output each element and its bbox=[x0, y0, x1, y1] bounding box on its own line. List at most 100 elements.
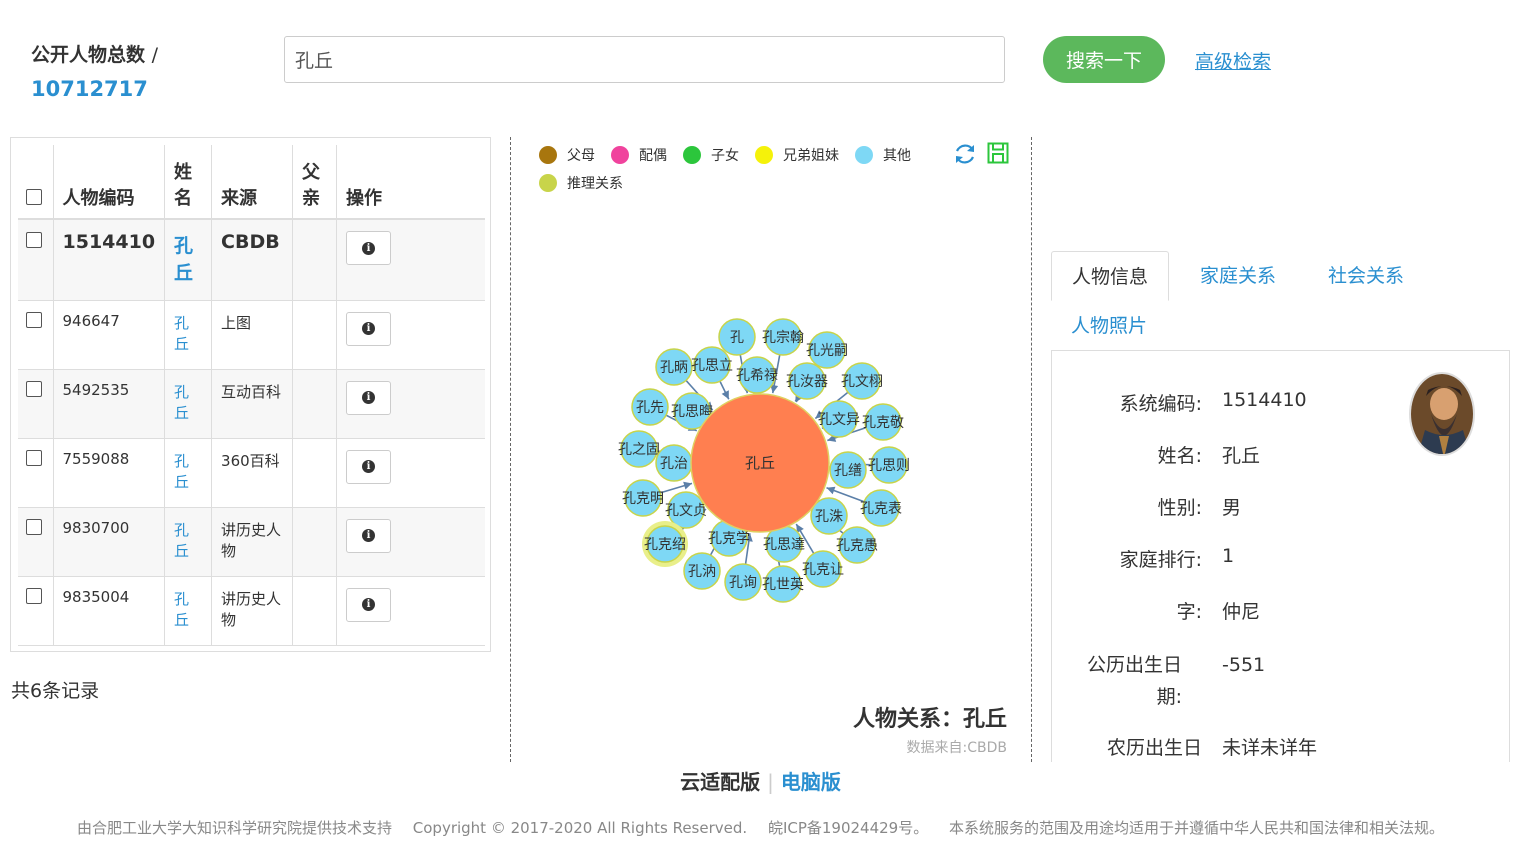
footer-support: 由合肥工业大学大知识科学研究院提供技术支持 bbox=[76, 819, 392, 837]
person-node-label: 孔希禄 bbox=[736, 368, 778, 384]
person-node-label: 孔宗翰 bbox=[762, 330, 804, 346]
row-id: 9835004 bbox=[53, 576, 166, 645]
footer-notice: 本系统服务的范围及用途均适用于并遵循中华人民共和国法律和相关法规。 bbox=[949, 819, 1445, 837]
row-select-cell bbox=[18, 507, 54, 576]
select-all-checkbox[interactable] bbox=[26, 189, 42, 205]
info-button[interactable]: i bbox=[346, 380, 392, 415]
footer: 由合肥工业大学大知识科学研究院提供技术支持 Copyright © 2017-2… bbox=[0, 817, 1521, 838]
row-source: CBDB bbox=[211, 219, 294, 300]
row-checkbox[interactable] bbox=[26, 449, 42, 466]
row-source: 互动百科 bbox=[211, 369, 294, 438]
info-icon: i bbox=[362, 241, 376, 255]
info-field-value: 1514410 bbox=[1222, 389, 1307, 411]
col-header-source[interactable]: 来源 bbox=[211, 145, 294, 220]
info-icon: i bbox=[362, 460, 376, 473]
person-node-label: 孔光嗣 bbox=[806, 343, 848, 359]
row-source-text: 讲历史人物 bbox=[221, 520, 282, 560]
row-source: 上图 bbox=[211, 300, 294, 369]
col-header-action: 操作 bbox=[336, 145, 485, 220]
info-field-label: 农历出生日 bbox=[1106, 737, 1202, 759]
row-father bbox=[292, 438, 338, 507]
advanced-search-link[interactable]: 高级检索 bbox=[1195, 47, 1271, 74]
person-node-label: 孔思立 bbox=[691, 358, 733, 374]
row-checkbox[interactable] bbox=[26, 518, 42, 535]
row-name-cell: 孔丘 bbox=[164, 576, 213, 645]
person-info-panel: 系统编码: 1514410 姓名: 孔丘 性别: 男家庭排行: 1 字: 仲尼 公历出生日期: -5… bbox=[1051, 350, 1510, 780]
row-name-cell: 孔丘 bbox=[164, 438, 213, 507]
row-checkbox[interactable] bbox=[26, 380, 42, 397]
tab-person-info[interactable]: 人物信息 bbox=[1051, 251, 1170, 301]
info-button[interactable]: i bbox=[346, 311, 392, 346]
row-father bbox=[292, 300, 338, 369]
total-count: 10712717 bbox=[31, 77, 148, 101]
row-name-link[interactable]: 孔丘 bbox=[174, 588, 194, 630]
person-node-label: 孔汝器 bbox=[786, 374, 828, 390]
select-all-cell bbox=[18, 145, 54, 220]
row-source: 讲历史人物 bbox=[211, 507, 294, 576]
info-button[interactable]: i bbox=[346, 587, 392, 622]
tab-family-relations[interactable]: 家庭关系 bbox=[1180, 251, 1296, 301]
info-field-value: 孔丘 bbox=[1222, 445, 1261, 467]
row-source-text: 互动百科 bbox=[221, 382, 282, 401]
person-node-label: 孔汭 bbox=[688, 564, 716, 580]
tab-person-photos[interactable]: 人物照片 bbox=[1051, 301, 1167, 351]
table-row: 5492535 孔丘 互动百科 i bbox=[18, 369, 485, 438]
info-field-label: 字: bbox=[1176, 601, 1202, 623]
info-icon: i bbox=[362, 529, 376, 542]
cloud-version-link[interactable]: 云适配版 bbox=[680, 770, 760, 794]
info-field-value: 仲尼 bbox=[1222, 601, 1261, 623]
row-checkbox[interactable] bbox=[26, 232, 42, 248]
row-name-cell: 孔丘 bbox=[164, 507, 213, 576]
footer-copyright: Copyright © 2017-2020 All Rights Reserve… bbox=[412, 819, 748, 837]
row-checkbox[interactable] bbox=[26, 587, 42, 604]
tab-social-relations[interactable]: 社会关系 bbox=[1308, 251, 1424, 301]
relation-source: 数据来自:CBDB bbox=[906, 740, 1007, 756]
info-field-value: -551 bbox=[1222, 654, 1266, 676]
person-node-label: 孔克学 bbox=[708, 531, 750, 547]
col-header-father-text: 父亲 bbox=[302, 162, 321, 209]
info-button[interactable]: i bbox=[346, 231, 392, 265]
row-action-cell: i bbox=[337, 576, 485, 645]
row-name-link[interactable]: 孔丘 bbox=[174, 231, 194, 285]
row-checkbox[interactable] bbox=[26, 311, 42, 328]
relation-title: 人物关系：孔丘 bbox=[852, 707, 1007, 732]
person-node-label: 孔思晦 bbox=[671, 404, 713, 420]
row-name-link[interactable]: 孔丘 bbox=[174, 381, 194, 423]
person-node-label: 孔昞 bbox=[660, 360, 688, 376]
col-header-father[interactable]: 父亲 bbox=[292, 145, 338, 220]
info-icon: i bbox=[362, 391, 376, 404]
col-header-id[interactable]: 人物编码 bbox=[53, 145, 166, 220]
info-button[interactable]: i bbox=[346, 449, 392, 484]
search-input[interactable] bbox=[284, 36, 1005, 83]
person-node-label: 孔治 bbox=[660, 456, 688, 472]
row-id: 9830700 bbox=[53, 507, 166, 576]
footer-icp[interactable]: 皖ICP备19024429号。 bbox=[768, 819, 928, 837]
version-separator: | bbox=[767, 770, 774, 794]
row-father bbox=[292, 219, 338, 300]
row-select-cell bbox=[18, 438, 54, 507]
row-father bbox=[292, 369, 338, 438]
row-name-link[interactable]: 孔丘 bbox=[174, 519, 194, 561]
person-avatar bbox=[1409, 372, 1475, 456]
row-name-link[interactable]: 孔丘 bbox=[174, 450, 194, 492]
info-field-label: 公历出生日期: bbox=[1086, 654, 1182, 708]
row-action-cell: i bbox=[337, 369, 485, 438]
row-source-text: 上图 bbox=[221, 313, 252, 332]
version-switch: 云适配版 | 电脑版 bbox=[0, 766, 1521, 795]
row-source-text: 讲历史人物 bbox=[221, 589, 282, 629]
info-button[interactable]: i bbox=[346, 518, 392, 553]
pc-version-link[interactable]: 电脑版 bbox=[781, 770, 841, 794]
row-name-link[interactable]: 孔丘 bbox=[174, 312, 194, 354]
person-node-label: 孔询 bbox=[729, 575, 757, 591]
person-node-label: 孔 bbox=[730, 330, 744, 346]
relation-graph-panel: 父母 配偶 子女 兄弟姐妹 其他 推理关系 孔孔宗翰 孔光嗣 孔昞 孔思立 孔希禄 孔汝器 孔文栩 孔先… bbox=[510, 137, 1032, 762]
person-node-label: 孔克明 bbox=[622, 491, 664, 507]
center-person-label: 孔丘 bbox=[745, 454, 775, 472]
table-row: 1514410 孔丘 CBDB i bbox=[18, 219, 485, 300]
col-header-name[interactable]: 姓名 bbox=[164, 145, 213, 220]
row-name-cell: 孔丘 bbox=[164, 219, 213, 300]
relation-graph[interactable]: 孔孔宗翰孔光嗣孔昞 孔思立孔希禄 孔汝器 孔文栩孔先 孔思晦 孔文异 孔克敬孔之固孔治 孔缮孔… bbox=[511, 137, 1033, 697]
info-icon: i bbox=[362, 598, 376, 611]
info-icon: i bbox=[362, 322, 376, 335]
search-button[interactable]: 搜索一下 bbox=[1043, 36, 1165, 83]
